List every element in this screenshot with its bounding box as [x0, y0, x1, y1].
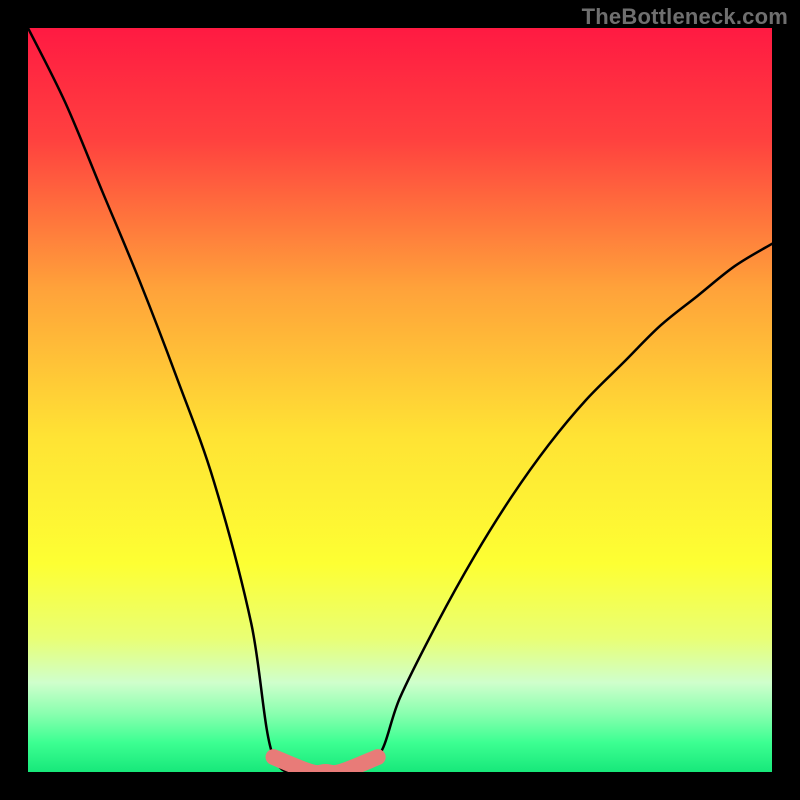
optimal-range-highlight	[274, 757, 378, 772]
chart-frame: TheBottleneck.com	[0, 0, 800, 800]
plot-area	[28, 28, 772, 772]
chart-svg	[28, 28, 772, 772]
watermark-label: TheBottleneck.com	[582, 4, 788, 30]
bottleneck-curve	[28, 28, 772, 772]
